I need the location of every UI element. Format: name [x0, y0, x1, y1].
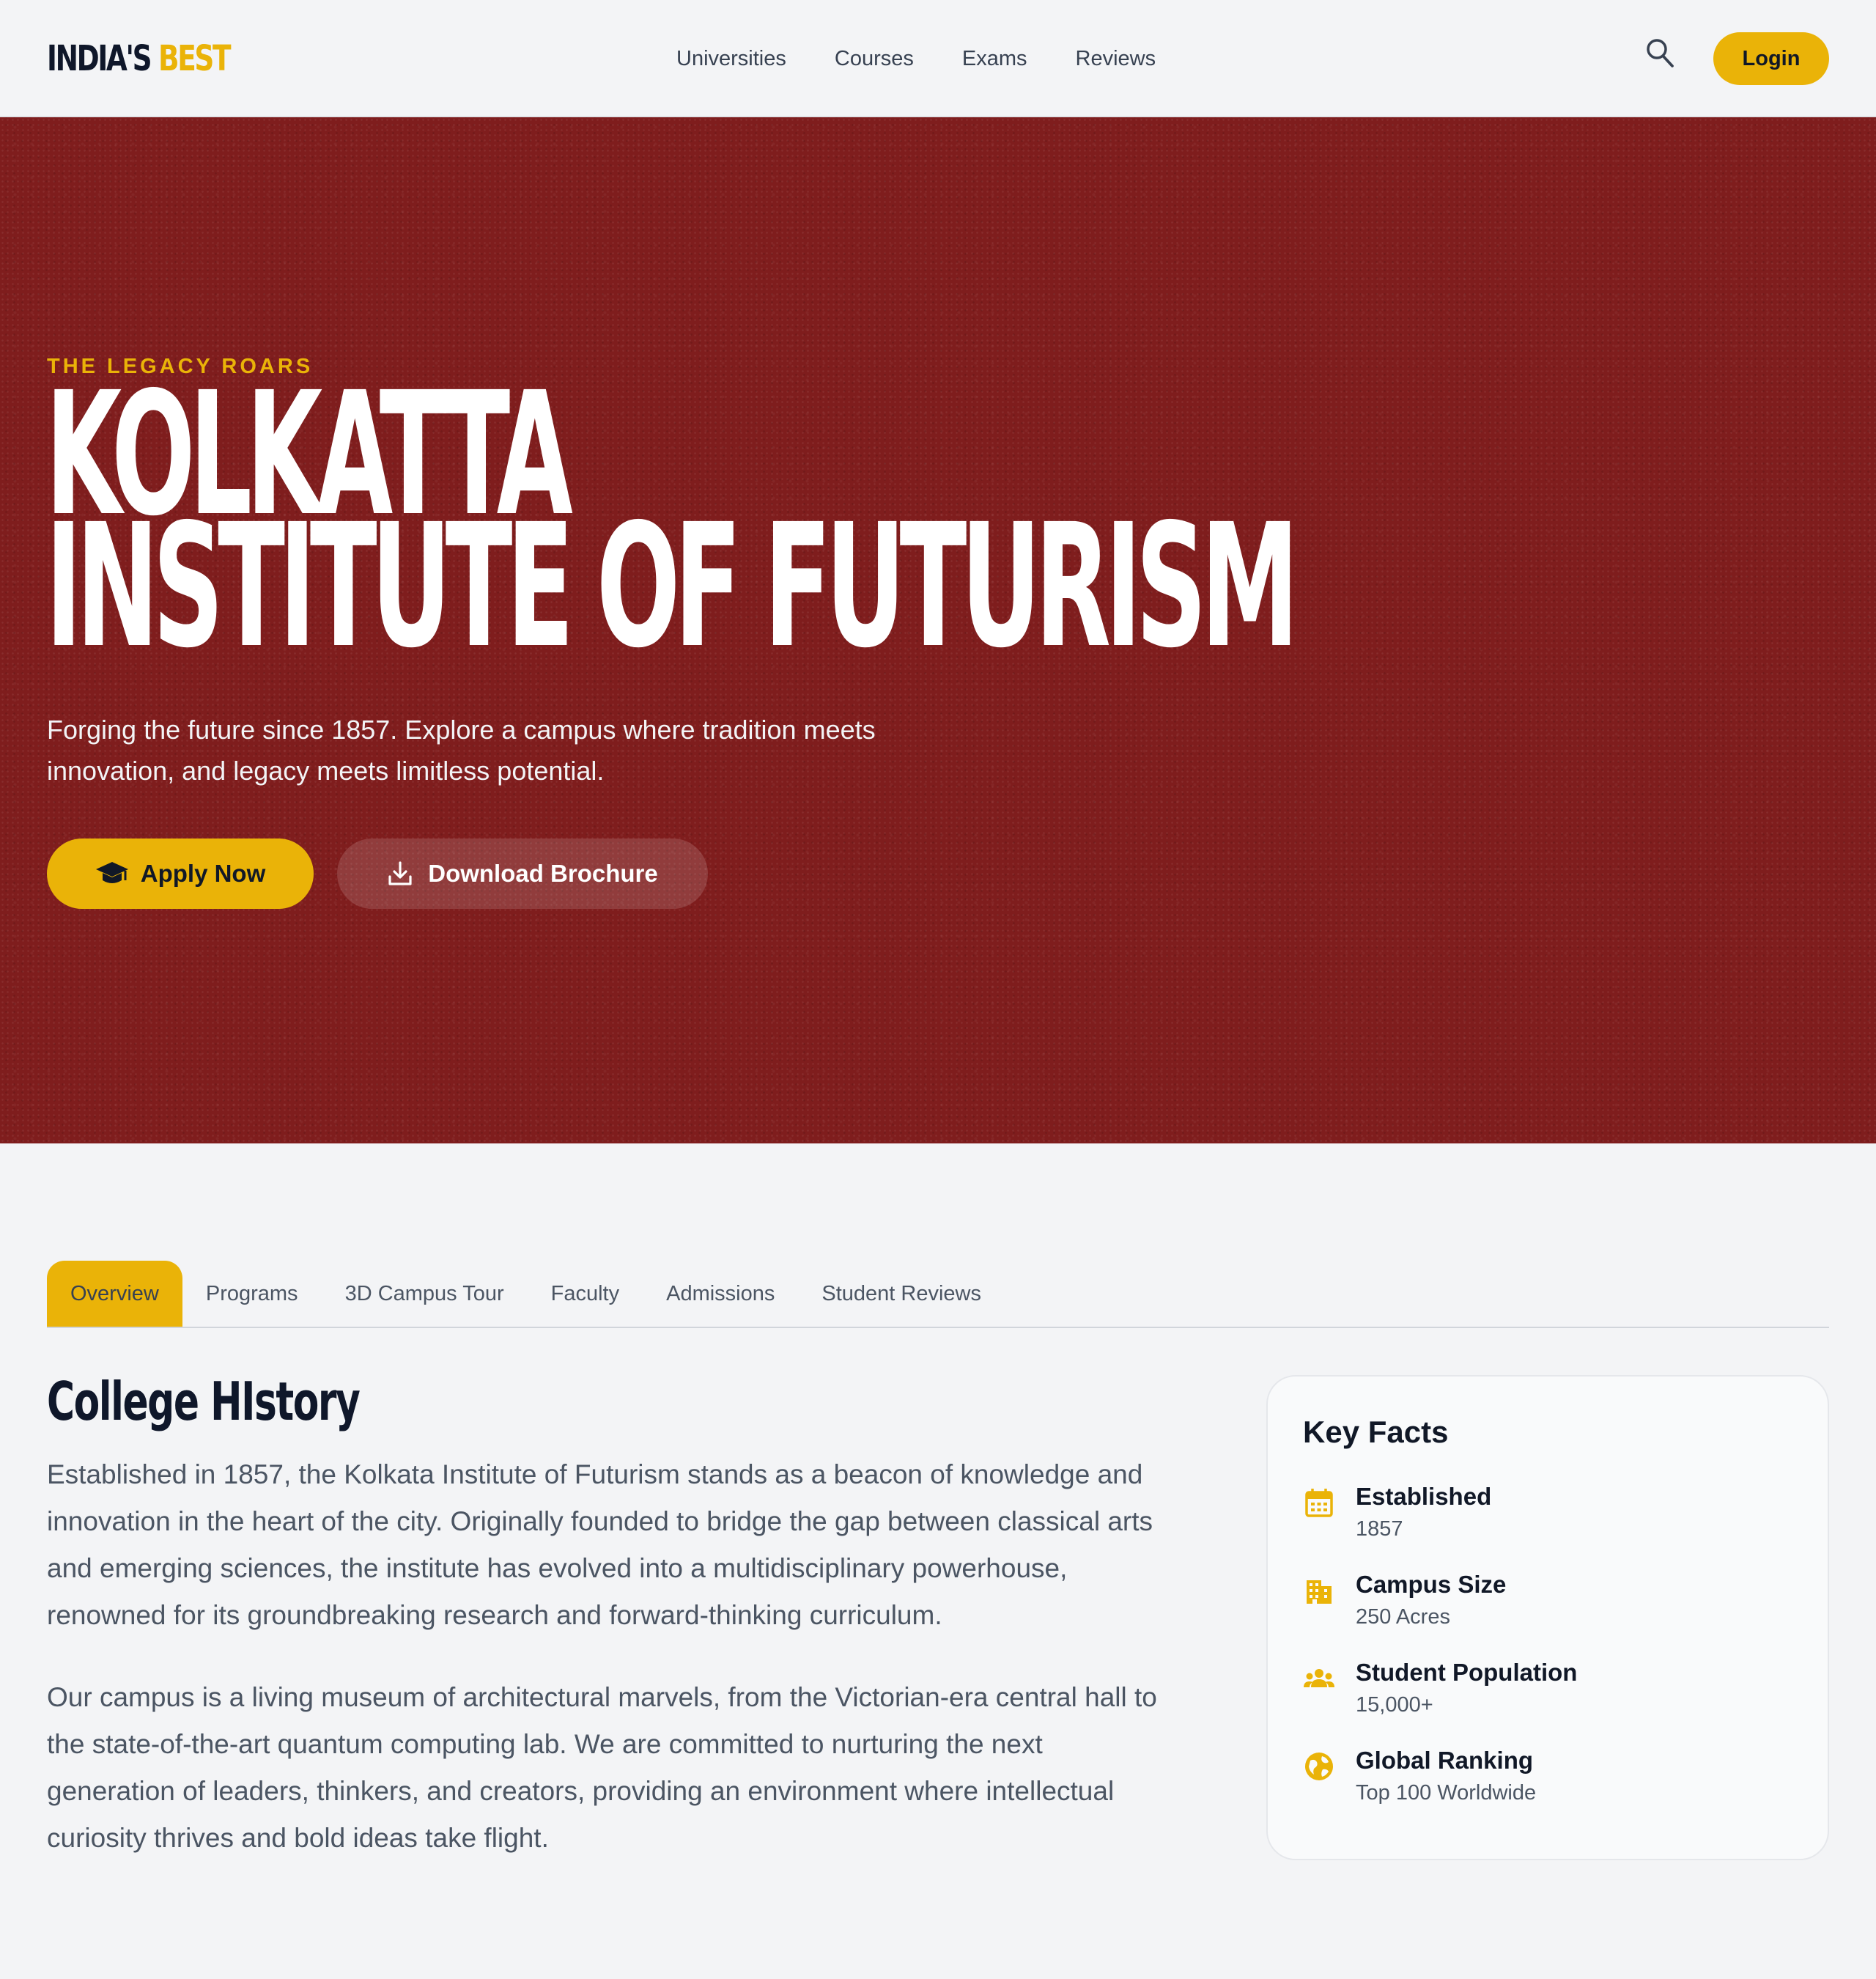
key-facts-card: Key Facts Established 1857 Campus Size 2…: [1266, 1375, 1829, 1860]
history-p2-line: the state-of-the-art quantum computing l…: [47, 1729, 1043, 1759]
brand-logo-part2: BEST: [158, 38, 232, 79]
building-icon: [1307, 1580, 1332, 1604]
history-p1-line: Established in 1857, the Kolkata Institu…: [47, 1459, 1143, 1489]
download-icon: [388, 861, 412, 885]
fact-value: 250 Acres: [1356, 1605, 1450, 1629]
graduation-cap-icon: [95, 862, 128, 883]
college-history-heading: College HIstory: [47, 1371, 361, 1432]
brand-logo-part1: INDIA'S: [47, 38, 152, 79]
search-icon: [1647, 39, 1674, 67]
nav-link-reviews[interactable]: Reviews: [1076, 38, 1156, 79]
fact-established: Established 1857: [1303, 1481, 1787, 1551]
fact-label: Global Ranking: [1356, 1747, 1534, 1774]
tab-faculty[interactable]: Faculty: [528, 1261, 643, 1327]
history-p1-line: innovation in the heart of the city. Ori…: [47, 1506, 1153, 1536]
history-p1-line: renowned for its groundbreaking research…: [47, 1600, 942, 1630]
apply-now-button[interactable]: Apply Now: [47, 839, 314, 909]
fact-value: Top 100 Worldwide: [1356, 1781, 1537, 1805]
apply-now-label: Apply Now: [140, 860, 266, 887]
nav-link-courses[interactable]: Courses: [835, 38, 914, 79]
fact-value: 1857: [1356, 1517, 1403, 1541]
history-p2-line: Our campus is a living museum of archite…: [47, 1682, 1157, 1712]
download-brochure-label: Download Brochure: [428, 860, 658, 887]
top-navigation-bar: INDIA'S BEST Universities Courses Exams …: [0, 0, 1876, 117]
download-brochure-button[interactable]: Download Brochure: [337, 839, 708, 909]
hero-title: KOLKATTA INSTITUTE OF FUTURISM: [45, 369, 1299, 685]
calendar-icon: [1305, 1489, 1333, 1517]
globe-icon: [1305, 1753, 1333, 1780]
hero-title-line-2: INSTITUTE OF FUTURISM: [45, 487, 1299, 685]
login-button[interactable]: Login: [1713, 32, 1829, 85]
hero-description-line-2: innovation, and legacy meets limitless p…: [47, 756, 605, 786]
search-button[interactable]: [1644, 37, 1677, 72]
fact-campus-size: Campus Size 250 Acres: [1303, 1569, 1787, 1639]
main-nav: Universities Courses Exams Reviews: [676, 38, 1156, 79]
fact-value: 15,000+: [1356, 1693, 1433, 1717]
history-p1-line: and emerging sciences, the institute has…: [47, 1553, 1068, 1583]
history-p2-line: curiosity thrives and bold ideas take fl…: [47, 1823, 549, 1853]
tab-admissions[interactable]: Admissions: [643, 1261, 798, 1327]
nav-link-universities[interactable]: Universities: [676, 38, 786, 79]
tab-student-reviews[interactable]: Student Reviews: [798, 1261, 1005, 1327]
fact-student-population: Student Population 15,000+: [1303, 1656, 1787, 1727]
brand-logo[interactable]: INDIA'S BEST: [47, 35, 232, 82]
tab-3d-campus-tour[interactable]: 3D Campus Tour: [322, 1261, 528, 1327]
history-paragraph-1: Established in 1857, the Kolkata Institu…: [47, 1451, 1234, 1639]
hero-description-line-1: Forging the future since 1857. Explore a…: [47, 715, 876, 745]
section-tabs: Overview Programs 3D Campus Tour Faculty…: [47, 1261, 1829, 1328]
hero-banner: THE LEGACY ROARS KOLKATTA INSTITUTE OF F…: [0, 117, 1876, 1143]
tab-overview[interactable]: Overview: [47, 1261, 182, 1327]
key-facts-title: Key Facts: [1303, 1415, 1449, 1449]
fact-global-ranking: Global Ranking Top 100 Worldwide: [1303, 1744, 1787, 1815]
fact-label: Established: [1356, 1483, 1492, 1510]
history-p2-line: generation of leaders, thinkers, and cre…: [47, 1776, 1115, 1806]
group-icon: [1304, 1669, 1334, 1687]
hero-description: Forging the future since 1857. Explore a…: [47, 710, 1000, 792]
fact-label: Campus Size: [1356, 1571, 1507, 1598]
tab-programs[interactable]: Programs: [182, 1261, 322, 1327]
history-paragraph-2: Our campus is a living museum of archite…: [47, 1674, 1234, 1862]
nav-link-exams[interactable]: Exams: [962, 38, 1027, 79]
fact-label: Student Population: [1356, 1659, 1578, 1686]
